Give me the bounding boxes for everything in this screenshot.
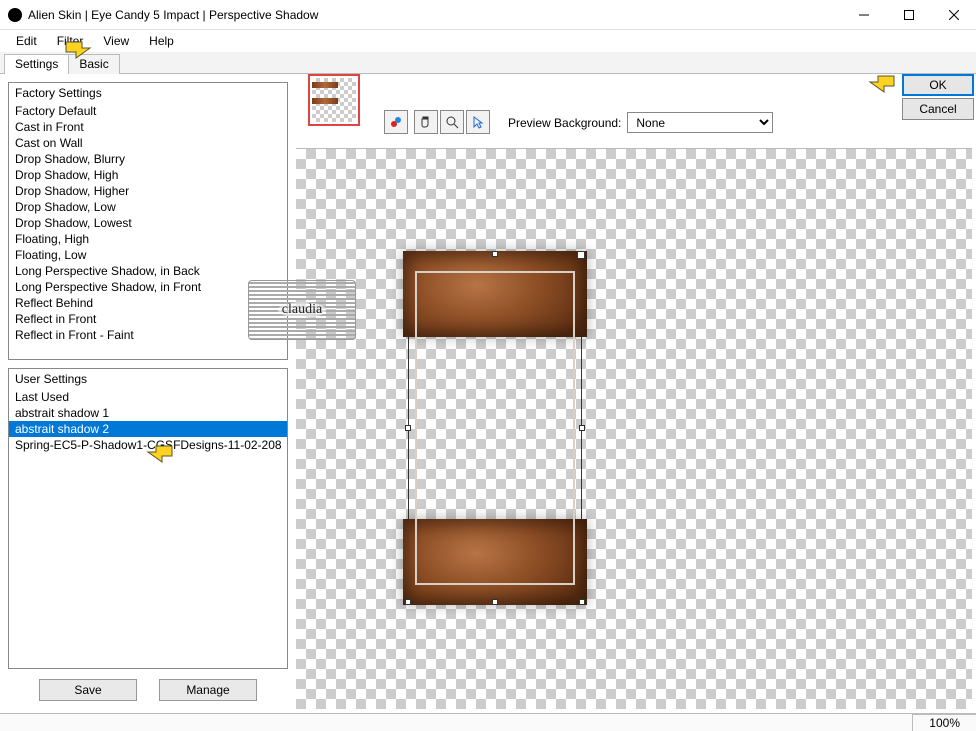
- list-item[interactable]: Cast on Wall: [9, 135, 287, 151]
- menubar: Edit Filter View Help: [0, 30, 976, 52]
- left-panel: Factory Settings Factory DefaultCast in …: [0, 74, 296, 713]
- user-settings-list[interactable]: User Settings Last Usedabstrait shadow 1…: [8, 368, 288, 669]
- menu-edit[interactable]: Edit: [6, 32, 47, 50]
- manage-button[interactable]: Manage: [159, 679, 257, 701]
- list-item[interactable]: Floating, High: [9, 231, 287, 247]
- hand-tool-icon[interactable]: [414, 110, 438, 134]
- preview-background-select[interactable]: None: [627, 112, 773, 133]
- menu-filter[interactable]: Filter: [47, 32, 94, 50]
- tab-row: Settings Basic: [0, 52, 976, 74]
- user-settings-header: User Settings: [9, 369, 287, 389]
- inner-frame: [415, 271, 575, 585]
- factory-settings-header: Factory Settings: [9, 83, 287, 103]
- selection-frame[interactable]: [408, 254, 582, 602]
- preview-canvas[interactable]: [296, 148, 972, 709]
- ok-button[interactable]: OK: [902, 74, 974, 96]
- list-item[interactable]: Drop Shadow, Low: [9, 199, 287, 215]
- right-panel: Preview Background: None OK Cancel: [296, 74, 976, 713]
- list-item[interactable]: abstrait shadow 1: [9, 405, 287, 421]
- maximize-button[interactable]: [886, 1, 931, 29]
- list-item[interactable]: Last Used: [9, 389, 287, 405]
- zoom-readout[interactable]: 100%: [912, 714, 976, 731]
- tab-settings[interactable]: Settings: [4, 54, 69, 74]
- preview-background-label: Preview Background:: [508, 116, 621, 130]
- close-button[interactable]: [931, 1, 976, 29]
- list-item[interactable]: Reflect in Front: [9, 311, 287, 327]
- list-item[interactable]: Cast in Front: [9, 119, 287, 135]
- status-bar: 100%: [0, 713, 976, 731]
- list-item[interactable]: Reflect Behind: [9, 295, 287, 311]
- zoom-tool-icon[interactable]: [440, 110, 464, 134]
- arrow-tool-icon[interactable]: [466, 110, 490, 134]
- list-item[interactable]: Factory Default: [9, 103, 287, 119]
- list-item[interactable]: Drop Shadow, Lowest: [9, 215, 287, 231]
- watermark: claudia: [248, 280, 356, 340]
- menu-view[interactable]: View: [93, 32, 139, 50]
- window-title: Alien Skin | Eye Candy 5 Impact | Perspe…: [28, 8, 841, 22]
- preview-thumbnail[interactable]: [308, 74, 360, 126]
- minimize-button[interactable]: [841, 1, 886, 29]
- save-button[interactable]: Save: [39, 679, 137, 701]
- app-icon: [8, 8, 22, 22]
- list-item[interactable]: abstrait shadow 2: [9, 421, 287, 437]
- list-item[interactable]: Drop Shadow, Higher: [9, 183, 287, 199]
- pointer-icon: [868, 74, 896, 96]
- list-item[interactable]: Reflect in Front - Faint: [9, 327, 287, 343]
- list-item[interactable]: Spring-EC5-P-Shadow1-CGSFDesigns-11-02-2…: [9, 437, 287, 453]
- list-item[interactable]: Long Perspective Shadow, in Back: [9, 263, 287, 279]
- eyedropper-tool-icon[interactable]: [384, 110, 408, 134]
- menu-help[interactable]: Help: [139, 32, 184, 50]
- factory-settings-list[interactable]: Factory Settings Factory DefaultCast in …: [8, 82, 288, 360]
- list-item[interactable]: Long Perspective Shadow, in Front: [9, 279, 287, 295]
- cancel-button[interactable]: Cancel: [902, 98, 974, 120]
- list-item[interactable]: Drop Shadow, Blurry: [9, 151, 287, 167]
- list-item[interactable]: Drop Shadow, High: [9, 167, 287, 183]
- list-item[interactable]: Floating, Low: [9, 247, 287, 263]
- tab-basic[interactable]: Basic: [68, 54, 119, 74]
- titlebar: Alien Skin | Eye Candy 5 Impact | Perspe…: [0, 0, 976, 30]
